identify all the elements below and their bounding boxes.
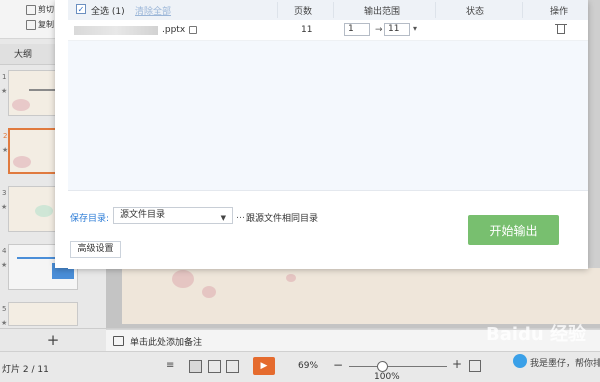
advanced-settings-button[interactable]: 高级设置 xyxy=(70,241,121,258)
copy-button[interactable]: 复制 xyxy=(26,19,54,30)
trash-icon[interactable] xyxy=(557,25,565,34)
page-count: 11 xyxy=(301,25,313,35)
blossom-decoration xyxy=(172,270,194,288)
star-icon: ★ xyxy=(1,319,8,327)
tab-outline[interactable]: 大纲 xyxy=(14,47,32,60)
ai-assistant-hint: 我是墨仔，帮你排 xyxy=(530,359,600,369)
cut-button[interactable]: 剪切 xyxy=(26,4,54,15)
star-icon: ★ xyxy=(2,146,9,154)
header-pages: 页数 xyxy=(294,7,313,17)
current-slide[interactable] xyxy=(122,268,600,324)
column-divider xyxy=(277,2,278,18)
scissors-icon xyxy=(26,4,36,15)
watermark: Baidu 经验 xyxy=(486,324,587,345)
header-output-range: 输出范围 xyxy=(364,7,401,17)
range-arrow: → xyxy=(375,25,383,35)
file-table-header: ✓ 全选 (1) 清除全部 页数 输出范围 状态 操作 xyxy=(68,0,588,21)
file-list: .pptx 11 1 → 11 ▾ xyxy=(68,20,588,190)
column-divider xyxy=(435,2,436,18)
status-bar: 灯片 2 / 11 ≡ ▶ 69% − + xyxy=(0,351,600,382)
dialog-footer: 保存目录: 源文件目录 ▼ … 跟源文件相同目录 高级设置 开始输出 xyxy=(68,190,588,269)
star-icon: ★ xyxy=(1,87,8,95)
file-extension: .pptx xyxy=(162,25,186,35)
export-dialog: ✓ 全选 (1) 清除全部 页数 输出范围 状态 操作 .pptx 11 1 →… xyxy=(55,0,588,269)
range-from-input[interactable]: 1 xyxy=(344,23,370,36)
add-slide-button[interactable]: + xyxy=(0,328,106,351)
header-status: 状态 xyxy=(466,7,485,17)
table-row[interactable]: .pptx 11 1 → 11 ▾ xyxy=(68,20,588,41)
select-all-label[interactable]: 全选 (1) xyxy=(91,4,125,17)
zoom-slider[interactable] xyxy=(349,366,447,367)
chevron-down-icon: ▼ xyxy=(220,214,226,222)
copy-label: 复制 xyxy=(38,20,54,29)
range-to-input[interactable]: 11 xyxy=(384,23,410,36)
slide-number: 4 xyxy=(2,247,7,255)
blossom-decoration xyxy=(12,99,30,111)
sorter-view-icon[interactable] xyxy=(208,360,221,373)
zoom-level[interactable]: 69% xyxy=(298,361,318,371)
zoom-in-button[interactable]: + xyxy=(452,357,462,371)
blurred-filename xyxy=(74,26,158,35)
save-dir-value: 源文件目录 xyxy=(120,210,166,220)
column-divider xyxy=(522,2,523,18)
slide-number: 3 xyxy=(2,189,7,197)
blossom-decoration xyxy=(202,286,216,298)
cut-label: 剪切 xyxy=(38,5,54,14)
blossom-decoration xyxy=(13,156,31,168)
header-actions: 操作 xyxy=(550,7,569,17)
play-icon: ▶ xyxy=(260,361,268,371)
zoom-out-button[interactable]: − xyxy=(333,358,343,372)
clear-all-link[interactable]: 清除全部 xyxy=(135,4,171,17)
slide-thumbnail[interactable]: 5 ★ xyxy=(1,302,78,327)
save-dir-label: 保存目录: xyxy=(70,214,110,224)
select-all-checkbox[interactable]: ✓ xyxy=(76,4,86,14)
notes-toggle-icon[interactable]: ≡ xyxy=(166,360,174,371)
star-icon: ★ xyxy=(1,261,8,269)
save-dir-select[interactable]: 源文件目录 ▼ xyxy=(113,207,233,224)
play-slideshow-button[interactable]: ▶ xyxy=(253,357,275,375)
star-icon: ★ xyxy=(1,203,8,211)
slide-number: 2 xyxy=(3,132,8,140)
column-divider xyxy=(333,2,334,18)
slide-counter: 灯片 2 / 11 xyxy=(2,365,49,375)
clipboard-toolbar: 剪切 复制 xyxy=(0,0,55,39)
notes-icon xyxy=(113,336,124,346)
ai-assistant-icon[interactable] xyxy=(513,354,527,368)
chevron-down-icon[interactable]: ▾ xyxy=(413,24,417,33)
zoom-slider-knob[interactable] xyxy=(377,361,388,372)
normal-view-icon[interactable] xyxy=(189,360,202,373)
reading-view-icon[interactable] xyxy=(226,360,239,373)
copy-icon xyxy=(26,19,36,30)
browse-button[interactable]: … xyxy=(236,211,245,221)
fit-window-icon[interactable] xyxy=(469,360,481,372)
edit-icon[interactable] xyxy=(189,26,197,34)
slide-number: 1 xyxy=(2,73,7,81)
notes-placeholder: 单击此处添加备注 xyxy=(130,337,203,348)
slide-number: 5 xyxy=(2,305,7,313)
save-dir-hint: 跟源文件相同目录 xyxy=(246,214,319,224)
start-export-button[interactable]: 开始输出 xyxy=(468,215,559,245)
plus-icon: + xyxy=(46,331,60,349)
blossom-decoration xyxy=(286,274,296,282)
circle-decoration xyxy=(35,205,53,217)
